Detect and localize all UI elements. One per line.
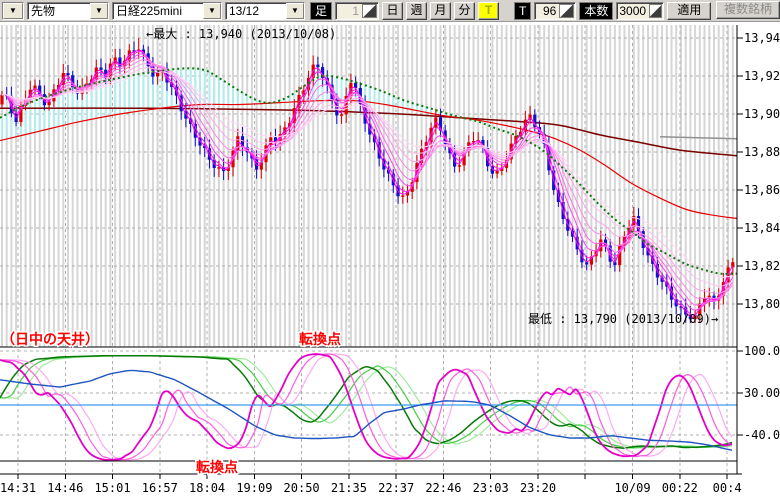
period-tick-button[interactable]: T	[478, 2, 499, 20]
chevron-down-icon[interactable]: ▼	[286, 3, 304, 19]
svg-text:22:37: 22:37	[378, 481, 414, 495]
svg-text:13,800: 13,800	[744, 297, 780, 311]
svg-text:13,820: 13,820	[744, 259, 780, 273]
toolbar: ▼ 先物 ▼ 日経225mini ▼ 13/12 ▼ 足 1 日 週 月 分 T…	[0, 0, 780, 22]
contract-month-value: 13/12	[226, 3, 286, 19]
tick-count-label: T	[514, 2, 531, 20]
svg-text:21:35: 21:35	[331, 481, 367, 495]
svg-text:20:50: 20:50	[284, 481, 320, 495]
period-month-button[interactable]: 月	[430, 2, 451, 20]
svg-text:23:03: 23:03	[473, 481, 509, 495]
svg-text:転換点: 転換点	[196, 459, 238, 476]
svg-text:100.00: 100.00	[744, 344, 780, 358]
bar-interval-stepper[interactable]: 1	[335, 2, 379, 20]
svg-text:30.00: 30.00	[744, 386, 780, 400]
svg-text:19:09: 19:09	[236, 481, 272, 495]
chart-canvas[interactable]: 13,940 13,920 13,900 13,880 13,860 13,840 13,8…	[0, 22, 780, 500]
svg-text:13,900: 13,900	[744, 107, 780, 121]
multi-symbol-button: 複数銘柄	[716, 1, 780, 19]
chevron-down-icon[interactable]: ▼	[90, 3, 108, 19]
chevron-down-icon[interactable]: ▼	[3, 3, 23, 19]
svg-text:14:46: 14:46	[47, 481, 83, 495]
category-combo-value: 先物	[28, 3, 90, 19]
tick-count-stepper[interactable]: 96	[534, 2, 576, 20]
svg-text:転換点: 転換点	[299, 331, 341, 348]
spinner-icon[interactable]	[559, 4, 574, 18]
svg-text:18:04: 18:04	[189, 481, 225, 495]
svg-text:←最大 : 13,940 (2013/10/08): ←最大 : 13,940 (2013/10/08)	[146, 27, 336, 41]
chart-app-window: ▼ 先物 ▼ 日経225mini ▼ 13/12 ▼ 足 1 日 週 月 分 T…	[0, 0, 780, 500]
mini-combo[interactable]: ▼	[2, 2, 24, 20]
svg-text:00:22: 00:22	[662, 481, 698, 495]
bar-count-stepper[interactable]: 3000	[616, 2, 664, 20]
svg-text:（日中の天井）: （日中の天井）	[1, 331, 99, 348]
svg-text:23:20: 23:20	[520, 481, 556, 495]
period-week-button[interactable]: 週	[406, 2, 427, 20]
category-combo[interactable]: 先物 ▼	[27, 2, 109, 20]
svg-text:13,880: 13,880	[744, 145, 780, 159]
svg-text:15:01: 15:01	[94, 481, 130, 495]
contract-month-combo[interactable]: 13/12 ▼	[225, 2, 305, 20]
bar-count-label: 本数	[579, 2, 613, 20]
svg-text:13,860: 13,860	[744, 183, 780, 197]
period-minute-button[interactable]: 分	[454, 2, 475, 20]
apply-button[interactable]: 適用	[667, 2, 711, 20]
chevron-down-icon[interactable]: ▼	[203, 3, 221, 19]
bar-interval-value: 1	[336, 3, 361, 19]
bar-count-value: 3000	[617, 3, 648, 19]
spinner-icon[interactable]	[362, 4, 377, 18]
svg-text:16:57: 16:57	[142, 481, 178, 495]
svg-text:00:4: 00:4	[713, 481, 742, 495]
svg-text:14:31: 14:31	[0, 481, 36, 495]
svg-text:13,840: 13,840	[744, 221, 780, 235]
symbol-combo[interactable]: 日経225mini ▼	[112, 2, 222, 20]
svg-text:最低 : 13,790 (2013/10/09)→: 最低 : 13,790 (2013/10/09)→	[528, 312, 718, 326]
period-day-button[interactable]: 日	[382, 2, 403, 20]
svg-text:-40.00: -40.00	[744, 428, 780, 442]
svg-text:13,920: 13,920	[744, 69, 780, 83]
tick-count-value: 96	[535, 3, 558, 19]
spinner-icon[interactable]	[649, 4, 662, 18]
bar-interval-label: 足	[310, 2, 332, 20]
svg-text:13,940: 13,940	[744, 31, 780, 45]
symbol-combo-value: 日経225mini	[113, 3, 203, 19]
svg-text:22:46: 22:46	[425, 481, 461, 495]
svg-text:10/09: 10/09	[614, 481, 650, 495]
